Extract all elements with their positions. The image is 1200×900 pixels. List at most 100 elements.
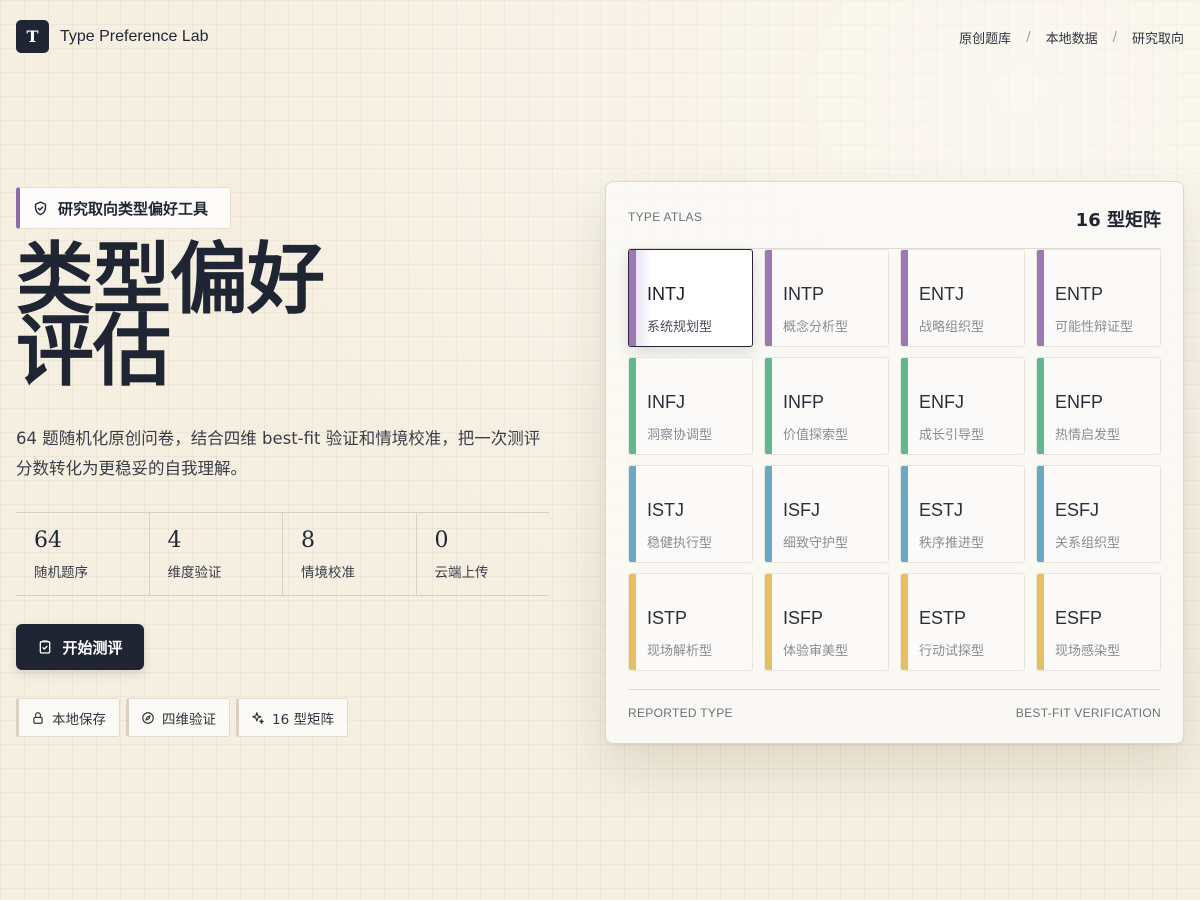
type-name: 战略组织型 bbox=[919, 320, 985, 335]
type-card-entj[interactable]: ENTJ 战略组织型 bbox=[900, 249, 1025, 347]
stat-item: 64 随机题序 bbox=[16, 513, 150, 595]
type-name: 概念分析型 bbox=[783, 320, 849, 335]
chip-label: 16 型矩阵 bbox=[272, 711, 334, 728]
hero-description: 64 题随机化原创问卷，结合四维 best-fit 验证和情境校准，把一次测评分… bbox=[16, 429, 541, 478]
type-name: 细致守护型 bbox=[783, 536, 849, 551]
type-color-bar bbox=[901, 358, 908, 454]
chip-local-save: 本地保存 bbox=[16, 698, 120, 737]
type-atlas-panel: TYPE ATLAS 16 型矩阵 INTJ 系统规划型 INTP 概念分析型 ENTJ… bbox=[605, 181, 1184, 744]
type-name: 洞察协调型 bbox=[647, 428, 713, 443]
type-color-bar bbox=[901, 574, 908, 670]
type-card-infp[interactable]: INFP 价值探索型 bbox=[764, 357, 889, 455]
lock-icon bbox=[31, 711, 45, 725]
type-name: 体验审美型 bbox=[783, 644, 849, 659]
type-name: 关系组织型 bbox=[1055, 536, 1121, 551]
type-name: 行动试探型 bbox=[919, 644, 985, 659]
nav-item-question-bank[interactable]: 原创题库 bbox=[959, 28, 1011, 47]
atlas-kicker: TYPE ATLAS bbox=[628, 210, 703, 224]
type-card-isfj[interactable]: ISFJ 细致守护型 bbox=[764, 465, 889, 563]
reported-type-label: REPORTED TYPE bbox=[628, 706, 733, 720]
top-nav: 原创题库 / 本地数据 / 研究取向 bbox=[959, 28, 1184, 47]
logo-icon: T bbox=[16, 20, 49, 53]
nav-item-local-data[interactable]: 本地数据 bbox=[1046, 28, 1098, 47]
type-code: ISFJ bbox=[783, 500, 821, 520]
type-code: ISFP bbox=[783, 608, 824, 628]
type-code: ISTJ bbox=[647, 500, 685, 520]
type-color-bar bbox=[901, 250, 908, 346]
type-card-intp[interactable]: INTP 概念分析型 bbox=[764, 249, 889, 347]
type-card-istp[interactable]: ISTP 现场解析型 bbox=[628, 573, 753, 671]
chip-label: 本地保存 bbox=[52, 711, 106, 728]
type-color-bar bbox=[1037, 250, 1044, 346]
stat-value: 8 bbox=[301, 528, 315, 553]
stats-row: 64 随机题序 4 维度验证 8 情境校准 0 云端上传 bbox=[16, 512, 549, 596]
type-card-intj[interactable]: INTJ 系统规划型 bbox=[628, 249, 753, 347]
stat-label: 随机题序 bbox=[34, 565, 88, 581]
type-color-bar bbox=[629, 466, 636, 562]
start-assessment-button[interactable]: 开始测评 bbox=[16, 624, 144, 670]
type-name: 可能性辩证型 bbox=[1055, 320, 1134, 335]
type-code: ENTP bbox=[1055, 284, 1104, 304]
type-color-bar bbox=[1037, 574, 1044, 670]
type-color-bar bbox=[1037, 358, 1044, 454]
stat-value: 64 bbox=[34, 528, 62, 553]
type-code: ESFJ bbox=[1055, 500, 1100, 520]
type-code: INTJ bbox=[647, 284, 685, 304]
type-code: INTP bbox=[783, 284, 825, 304]
stat-item: 0 云端上传 bbox=[417, 513, 550, 595]
type-card-entp[interactable]: ENTP 可能性辩证型 bbox=[1036, 249, 1161, 347]
type-name: 现场感染型 bbox=[1055, 644, 1121, 659]
type-name: 成长引导型 bbox=[919, 428, 985, 443]
stat-value: 4 bbox=[167, 528, 182, 553]
stat-item: 8 情境校准 bbox=[283, 513, 417, 595]
type-color-bar bbox=[1037, 466, 1044, 562]
type-card-istj[interactable]: ISTJ 稳健执行型 bbox=[628, 465, 753, 563]
best-fit-verification-label: BEST-FIT VERIFICATION bbox=[1015, 706, 1161, 720]
type-code: ESTP bbox=[919, 608, 967, 628]
type-card-esfj[interactable]: ESFJ 关系组织型 bbox=[1036, 465, 1161, 563]
type-code: ESTJ bbox=[919, 500, 964, 520]
stat-label: 情境校准 bbox=[301, 565, 355, 581]
nav-item-research[interactable]: 研究取向 bbox=[1132, 28, 1184, 47]
type-code: ENTJ bbox=[919, 284, 964, 304]
type-card-estp[interactable]: ESTP 行动试探型 bbox=[900, 573, 1025, 671]
start-button-label: 开始测评 bbox=[62, 638, 123, 657]
type-name: 现场解析型 bbox=[647, 644, 713, 659]
stat-value: 0 bbox=[434, 528, 449, 553]
type-code: ENFP bbox=[1055, 392, 1104, 412]
type-code: ISTP bbox=[647, 608, 688, 628]
type-name: 稳健执行型 bbox=[647, 536, 713, 551]
clipboard-check-icon bbox=[37, 639, 53, 655]
page-title: 类型偏好 评估 bbox=[16, 241, 416, 391]
type-color-bar bbox=[765, 466, 772, 562]
type-color-bar bbox=[629, 250, 636, 346]
type-card-isfp[interactable]: ISFP 体验审美型 bbox=[764, 573, 889, 671]
type-name: 秩序推进型 bbox=[919, 536, 985, 551]
type-code: ESFP bbox=[1055, 608, 1103, 628]
type-color-bar bbox=[629, 358, 636, 454]
nav-separator: / bbox=[1112, 30, 1117, 45]
type-card-enfj[interactable]: ENFJ 成长引导型 bbox=[900, 357, 1025, 455]
type-color-bar bbox=[629, 574, 636, 670]
feature-chips: 本地保存 四维验证 16 型矩阵 bbox=[16, 698, 348, 737]
type-card-infj[interactable]: INFJ 洞察协调型 bbox=[628, 357, 753, 455]
sparkles-icon bbox=[251, 711, 265, 725]
type-code: ENFJ bbox=[919, 392, 964, 412]
type-code: INFJ bbox=[647, 392, 685, 412]
type-card-enfp[interactable]: ENFP 热情启发型 bbox=[1036, 357, 1161, 455]
type-card-esfp[interactable]: ESFP 现场感染型 bbox=[1036, 573, 1161, 671]
type-color-bar bbox=[765, 358, 772, 454]
type-code: INFP bbox=[783, 392, 825, 412]
type-name: 系统规划型 bbox=[647, 320, 713, 335]
stat-item: 4 维度验证 bbox=[150, 513, 283, 595]
shield-check-icon bbox=[32, 200, 49, 217]
brand[interactable]: T Type Preference Lab bbox=[16, 20, 209, 53]
nav-separator: / bbox=[1026, 30, 1031, 45]
compass-icon bbox=[141, 711, 155, 725]
chip-four-dim: 四维验证 bbox=[126, 698, 230, 737]
type-card-estj[interactable]: ESTJ 秩序推进型 bbox=[900, 465, 1025, 563]
type-color-bar bbox=[901, 466, 908, 562]
type-name: 热情启发型 bbox=[1055, 428, 1121, 443]
page-title-line-2: 评估 bbox=[16, 306, 171, 397]
stat-label: 云端上传 bbox=[434, 565, 489, 581]
